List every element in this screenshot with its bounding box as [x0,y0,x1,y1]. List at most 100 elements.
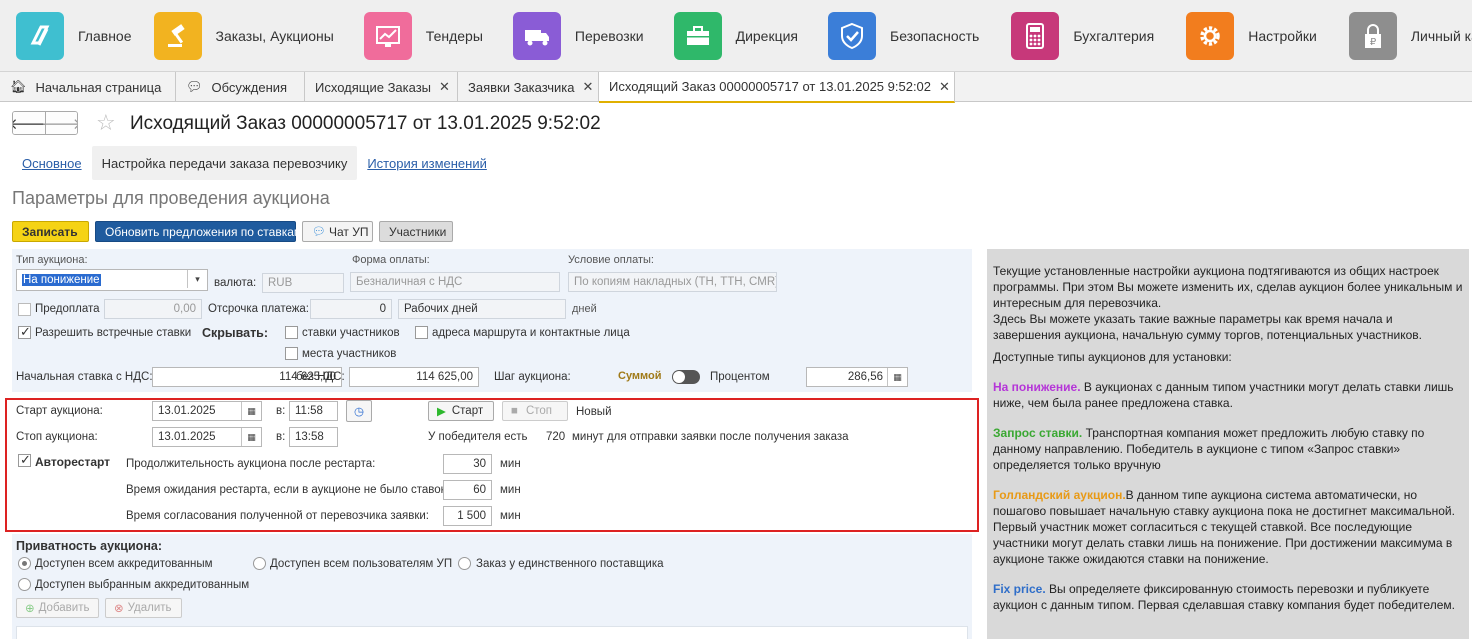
privacy-single-radio[interactable] [458,557,471,570]
wait-label: Время ожидания рестарта, если в аукционе… [126,484,449,496]
chart-icon [363,11,412,60]
back-button[interactable]: 🡐 [13,112,49,134]
privacy-selected-label: Доступен выбранным аккредитованным [35,579,250,591]
section-tenders[interactable]: Тендеры [334,0,483,72]
duration-field[interactable]: 30 [443,454,492,474]
start-time-field[interactable]: 11:58 [289,401,338,421]
help-type-bid-request: Запрос ставки. Транспортная компания мож… [993,426,1425,472]
calendar-icon[interactable]: ▦ [241,402,261,420]
calculator-icon[interactable]: ▦ [887,368,907,386]
auction-type-label: Тип аукциона: [16,254,88,266]
start-at-label: в: [276,405,286,417]
currency-label: валюта: [214,277,257,289]
step-mode-toggle[interactable] [672,370,700,384]
privacy-label: Приватность аукциона: [16,539,162,553]
prepay-checkbox[interactable] [18,303,31,316]
help-type-dutch: Голландский аукцион.В данном типе аукцио… [993,488,1455,566]
close-icon[interactable]: ✕ [439,79,450,95]
hide-route-checkbox[interactable] [415,326,428,339]
payment-terms-field: По копиям накладных (ТН, ТТН, CMR) [568,272,777,292]
stop-at-label: в: [276,431,286,443]
section-transport[interactable]: Перевозки [483,0,644,72]
clock-button[interactable]: ◷ [346,400,372,422]
help-params: Здесь Вы можете указать такие важные пар… [993,312,1422,342]
stop-date-field[interactable]: 13.01.2025 ▦ [152,427,262,447]
hide-label: Скрывать: [202,326,269,340]
participants-list[interactable] [16,626,968,639]
start-label: Старт аукциона: [16,405,103,417]
approve-unit: мин [500,510,521,522]
wait-unit: мин [500,484,521,496]
privacy-all-accredited-label: Доступен всем аккредитованным [35,558,213,570]
subtab-main[interactable]: Основное [12,146,92,180]
duration-label: Продолжительность аукциона после рестарт… [126,458,376,470]
tab-outgoing-order-5717[interactable]: Исходящий Заказ 00000005717 от 13.01.202… [599,72,955,103]
tab-discussions[interactable]: 💬︎ Обсуждения [176,72,305,102]
participants-button[interactable]: Участники [379,221,453,242]
privacy-all-accredited-radio[interactable] [18,557,31,570]
autorestart-checkbox[interactable] [18,452,31,468]
start-auction-button[interactable]: ▶ Старт [428,401,494,421]
help-intro: Текущие установленные настройки аукциона… [993,264,1463,310]
approve-field[interactable]: 1 500 [443,506,492,526]
close-icon[interactable]: ✕ [939,79,950,95]
payment-terms-label: Условие оплаты: [568,254,654,266]
deferral-field[interactable]: 0 [310,299,392,319]
stop-label: Стоп аукциона: [16,431,98,443]
approve-label: Время согласования полученной от перевоз… [126,510,429,522]
privacy-selected-radio[interactable] [18,578,31,591]
tab-customer-requests[interactable]: Заявки Заказчика ✕ [458,72,599,102]
prepay-label: Предоплата [35,303,100,315]
sections-bar: Главное Заказы, Аукционы Тендеры Перевоз… [0,0,1472,72]
refresh-bids-button[interactable]: Обновить предложения по ставкам [95,221,302,242]
step-field[interactable]: 286,56 ▦ [806,367,908,387]
clock-icon: ◷ [353,406,365,418]
add-button[interactable]: ⊕ Добавить [16,598,99,618]
favorite-star-icon[interactable]: ☆ [96,110,116,136]
play-icon: ▶ [437,406,446,418]
counter-bids-checkbox[interactable] [18,324,31,340]
section-accounting[interactable]: Бухгалтерия [979,0,1154,72]
chevron-down-icon[interactable]: ▾ [187,270,207,288]
hide-bids-checkbox[interactable] [285,326,298,339]
start-date-field[interactable]: 13.01.2025 ▦ [152,401,262,421]
hide-places-label: места участников [302,348,397,360]
subtab-history[interactable]: История изменений [357,146,497,180]
delete-icon: ⊗ [114,603,124,615]
calendar-icon[interactable]: ▦ [241,428,261,446]
prepay-field[interactable]: 0,00 [104,299,202,319]
subtab-carrier-settings[interactable]: Настройка передачи заказа перевозчику [91,146,358,180]
close-icon[interactable]: ✕ [583,79,594,95]
forward-button[interactable]: 🡒 [41,112,77,134]
auction-type-select[interactable]: На понижение ▾ [16,269,208,291]
step-percent-label[interactable]: Процентом [710,371,770,383]
wait-field[interactable]: 60 [443,480,492,500]
stop-time-field[interactable]: 13:58 [289,427,338,447]
payment-form-label: Форма оплаты: [352,254,430,266]
page-title: Исходящий Заказ 00000005717 от 13.01.202… [130,113,601,134]
lock-ruble-icon: ₽ [1348,11,1397,60]
help-type-decrease: На понижение. В аукционах с данным типом… [993,380,1454,410]
section-security[interactable]: Безопасность [798,0,979,72]
section-orders[interactable]: Заказы, Аукционы [132,0,334,72]
section-main[interactable]: Главное [0,0,132,72]
step-sum-label[interactable]: Суммой [618,370,662,382]
section-cabinet[interactable]: ₽ Личный кабинет [1317,0,1472,72]
duration-unit: мин [500,458,521,470]
tab-home[interactable]: 🏠︎ Начальная страница [0,72,176,102]
chat-button[interactable]: 💬︎ Чат УП [302,221,373,242]
tab-outgoing-orders[interactable]: Исходящие Заказы ✕ [305,72,458,102]
currency-field: RUB [262,273,344,293]
history-nav: 🡐 🡒 [12,111,78,135]
gear-icon [1186,11,1235,60]
hide-places-checkbox[interactable] [285,347,298,360]
step-label: Шаг аукциона: [494,371,571,383]
no-vat-field[interactable]: 114 625,00 [349,367,479,387]
stop-auction-button[interactable]: ■ Стоп [502,401,568,421]
section-settings[interactable]: Настройки [1154,0,1317,72]
section-directorate[interactable]: Дирекция [644,0,798,72]
save-button[interactable]: Записать [12,221,89,242]
privacy-all-users-radio[interactable] [253,557,266,570]
delete-button[interactable]: ⊗ Удалить [105,598,182,618]
deferral-unit-field[interactable]: Рабочих дней [398,299,566,319]
